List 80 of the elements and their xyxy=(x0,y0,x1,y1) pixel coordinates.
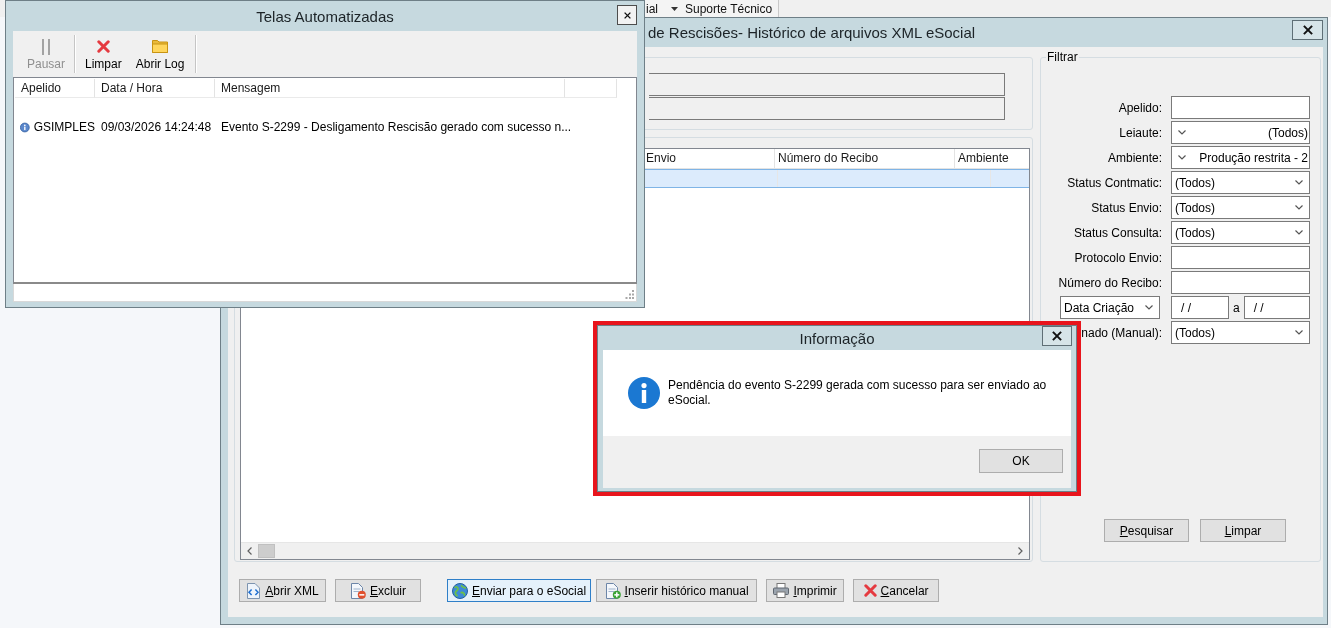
document-add-icon xyxy=(604,582,621,599)
message-text: Pendência do evento S-2299 gerada com sucesso para ser enviado ao eSocial. xyxy=(668,378,1048,408)
document-remove-icon xyxy=(350,582,366,599)
table-cell: GSIMPLES xyxy=(33,120,95,134)
caret-icon xyxy=(671,7,678,11)
table-cell-text: Evento S-2299 - Desligamento Rescisão gerado com sucesso n... xyxy=(220,120,573,134)
cancel-button[interactable]: Cancelar xyxy=(853,579,940,602)
pause-icon xyxy=(42,38,50,55)
input-field[interactable] xyxy=(1171,246,1310,269)
field-label: nado (Manual): xyxy=(1081,325,1162,340)
scrollbar-thumb[interactable] xyxy=(258,544,275,558)
code-file-icon xyxy=(246,582,262,599)
info-icon xyxy=(20,120,30,134)
dropdown[interactable]: (Todos) xyxy=(1171,196,1310,219)
add-history-button[interactable]: Inserir histórico manual xyxy=(596,579,758,602)
clear-button[interactable]: Limpar xyxy=(1200,519,1286,542)
chevron-left-icon[interactable] xyxy=(247,547,252,555)
globe-icon xyxy=(452,582,468,599)
dropdown[interactable]: (Todos) xyxy=(1171,121,1310,144)
close-button[interactable] xyxy=(1042,326,1072,346)
close-button[interactable] xyxy=(1292,20,1323,40)
field-label: Apelido: xyxy=(1118,100,1162,115)
chevron-right-icon[interactable] xyxy=(1018,547,1023,555)
chevron-down-icon xyxy=(1178,130,1186,135)
field-label: Número do Recibo: xyxy=(1058,275,1162,290)
cross-icon xyxy=(96,40,110,53)
toolbar-button[interactable]: ial xyxy=(646,2,678,16)
chevron-down-icon xyxy=(1295,205,1303,210)
chevron-down-icon xyxy=(1295,230,1303,235)
column-header[interactable]: Mensagem xyxy=(215,79,565,98)
field-label: Status Consulta: xyxy=(1073,225,1162,240)
close-icon xyxy=(1052,331,1062,341)
info-icon xyxy=(628,377,660,409)
column-header[interactable]: Apelido xyxy=(15,79,95,98)
date-field[interactable]: / / xyxy=(1171,296,1229,319)
chevron-down-icon xyxy=(1295,330,1303,335)
resize-grip-icon[interactable] xyxy=(625,290,634,299)
input-field[interactable] xyxy=(1171,96,1310,119)
dialog-title: Informação xyxy=(799,329,875,347)
cross-icon xyxy=(863,584,877,597)
range-separator: a xyxy=(1233,300,1240,315)
search-button[interactable]: Pesquisar xyxy=(1104,519,1189,542)
printer-icon xyxy=(773,583,790,598)
scrollbar[interactable] xyxy=(241,542,1029,559)
field-label: Ambiente: xyxy=(1107,150,1162,165)
dropdown[interactable]: Data Criação xyxy=(1060,296,1160,319)
delete-button[interactable]: Excluir xyxy=(335,579,421,602)
column-header[interactable]: Ambiente xyxy=(955,149,1029,168)
open-xml-button[interactable]: Abrir XML xyxy=(239,579,326,602)
open-log-button[interactable]: Abrir Log xyxy=(127,34,193,74)
dropdown[interactable]: Produção restrita - 2 xyxy=(1171,146,1310,169)
close-icon xyxy=(623,11,631,19)
field-label: Status Contmatic: xyxy=(1067,175,1162,190)
input-field[interactable] xyxy=(1171,271,1310,294)
toolbar-button[interactable]: Suporte Técnico xyxy=(685,2,773,16)
table-cell-text: 09/03/2026 14:24:48 xyxy=(100,120,213,134)
send-button[interactable]: Enviar para o eSocial xyxy=(447,579,592,602)
column-header[interactable]: Data / Hora xyxy=(95,79,215,98)
folder-icon xyxy=(152,40,169,53)
chevron-down-icon xyxy=(1295,180,1303,185)
filter-title: Filtrar xyxy=(1046,50,1079,64)
field-label: Status Envio: xyxy=(1091,200,1162,215)
ok-button[interactable]: OK xyxy=(979,449,1063,473)
window-title: de Rescisões- Histórico de arquivos XML eSocial xyxy=(648,24,976,41)
dropdown[interactable]: (Todos) xyxy=(1171,321,1310,344)
close-button[interactable] xyxy=(617,5,637,25)
dropdown[interactable]: (Todos) xyxy=(1171,171,1310,194)
date-field[interactable]: / / xyxy=(1243,296,1310,319)
input-field[interactable] xyxy=(649,97,1005,120)
close-icon xyxy=(1302,25,1313,35)
field-label: Protocolo Envio: xyxy=(1074,250,1162,265)
dropdown[interactable]: (Todos) xyxy=(1171,221,1310,244)
chevron-down-icon xyxy=(1145,305,1153,310)
clear-button[interactable]: Limpar xyxy=(79,34,128,74)
column-header[interactable]: Número do Recibo xyxy=(775,149,955,168)
chevron-down-icon xyxy=(1178,155,1186,160)
print-button[interactable]: Imprimir xyxy=(766,579,845,602)
field-label: Leiaute: xyxy=(1119,125,1162,140)
window-title: Telas Automatizadas xyxy=(256,7,394,25)
input-field[interactable] xyxy=(649,73,1005,96)
